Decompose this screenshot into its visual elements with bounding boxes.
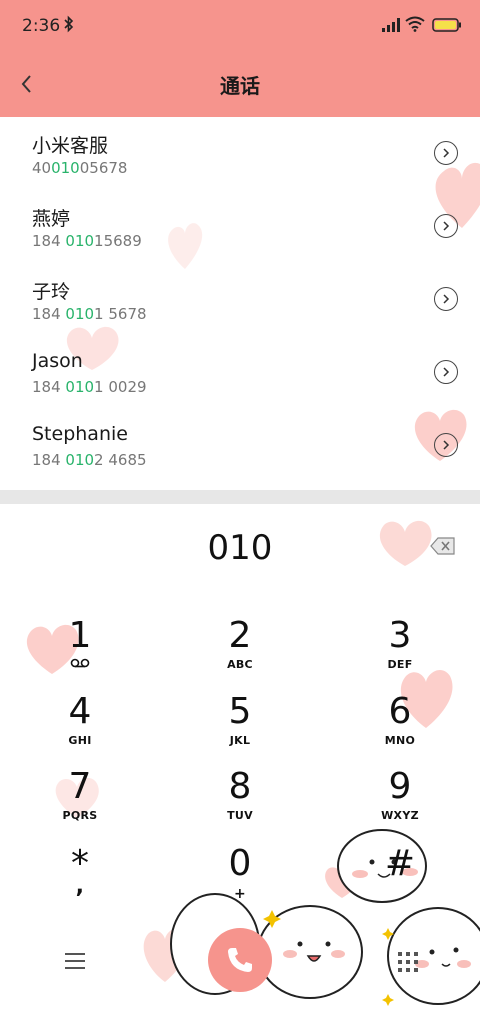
key-letters: DEF (387, 658, 413, 671)
key-letters: GHI (68, 734, 92, 747)
wifi-icon (405, 16, 425, 32)
contact-number: 184 01015689 (32, 232, 142, 250)
chevron-right-icon (443, 148, 450, 158)
contact-row[interactable]: 小米客服 4001005678 (0, 117, 480, 190)
contact-number: 4001005678 (32, 159, 128, 177)
key-3[interactable]: 3 DEF (345, 616, 455, 686)
contact-detail-button[interactable] (434, 433, 458, 457)
contact-detail-button[interactable] (434, 360, 458, 384)
key-hash[interactable]: # (345, 844, 455, 914)
chevron-right-icon (443, 367, 450, 377)
key-digit: 7 (68, 766, 92, 807)
contact-row[interactable]: Stephanie 184 0102 4685 (0, 409, 480, 482)
call-button[interactable] (208, 928, 272, 992)
contact-name: Jason (32, 350, 83, 372)
status-bar: 2:36 (0, 0, 480, 52)
contact-number: 184 0101 0029 (32, 378, 147, 396)
key-letters: WXYZ (381, 809, 419, 822)
battery-icon (432, 18, 461, 32)
voicemail-icon (70, 658, 90, 668)
key-7[interactable]: 7 PQRS (25, 767, 135, 837)
key-4[interactable]: 4 GHI (25, 692, 135, 762)
key-digit: 5 (228, 691, 252, 732)
contact-name: Stephanie (32, 423, 128, 445)
dialer-panel: 010 1 2 ABC 3 DEF 4 GHI 5 JKL 6 MNO 7 PQ… (0, 504, 480, 1013)
contact-number: 184 0101 5678 (32, 305, 147, 323)
contact-detail-button[interactable] (434, 141, 458, 165)
key-digit: # (384, 843, 416, 884)
key-2[interactable]: 2 ABC (185, 616, 295, 686)
menu-icon (65, 953, 85, 969)
page-title: 通话 (220, 74, 260, 98)
dialed-number: 010 (207, 528, 273, 568)
backspace-icon[interactable] (430, 536, 456, 556)
contact-row[interactable]: Jason 184 0101 0029 (0, 336, 480, 409)
key-letters: , (75, 874, 85, 899)
title-bar: 通话 (0, 52, 480, 117)
signal-icon (382, 18, 400, 32)
contact-number: 184 0102 4685 (32, 451, 147, 469)
key-5[interactable]: 5 JKL (185, 692, 295, 762)
key-letters: JKL (229, 734, 251, 747)
phone-icon (228, 948, 252, 972)
chevron-right-icon (443, 294, 450, 304)
status-time: 2:36 (22, 16, 61, 36)
chevron-right-icon (443, 440, 450, 450)
contact-row[interactable]: 燕婷 184 01015689 (0, 190, 480, 263)
key-6[interactable]: 6 MNO (345, 692, 455, 762)
key-digit: 2 (228, 615, 252, 656)
key-letters: TUV (227, 809, 253, 822)
key-digit: 8 (228, 766, 252, 807)
key-digit: 3 (388, 615, 412, 656)
key-1[interactable]: 1 (25, 616, 135, 686)
contact-detail-button[interactable] (434, 214, 458, 238)
bluetooth-icon (64, 15, 74, 33)
contact-row[interactable]: 子玲 184 0101 5678 (0, 263, 480, 336)
key-letters: PQRS (62, 809, 98, 822)
key-letters: ABC (227, 658, 253, 671)
chevron-right-icon (443, 221, 450, 231)
menu-button[interactable] (62, 950, 88, 972)
key-star[interactable]: * , (25, 844, 135, 914)
contact-name: 小米客服 (32, 135, 109, 157)
contact-name: 燕婷 (32, 208, 71, 230)
key-letters: MNO (384, 734, 416, 747)
contact-list: 小米客服 4001005678 燕婷 184 01015689 子玲 184 0… (0, 117, 480, 491)
contact-name: 子玲 (32, 281, 71, 303)
contact-detail-button[interactable] (434, 287, 458, 311)
key-digit: 1 (68, 615, 92, 656)
key-digit: 4 (68, 691, 92, 732)
key-digit: 9 (388, 766, 412, 807)
panel-divider (0, 490, 480, 504)
keypad-icon[interactable] (397, 951, 419, 973)
key-digit: 6 (388, 691, 412, 732)
